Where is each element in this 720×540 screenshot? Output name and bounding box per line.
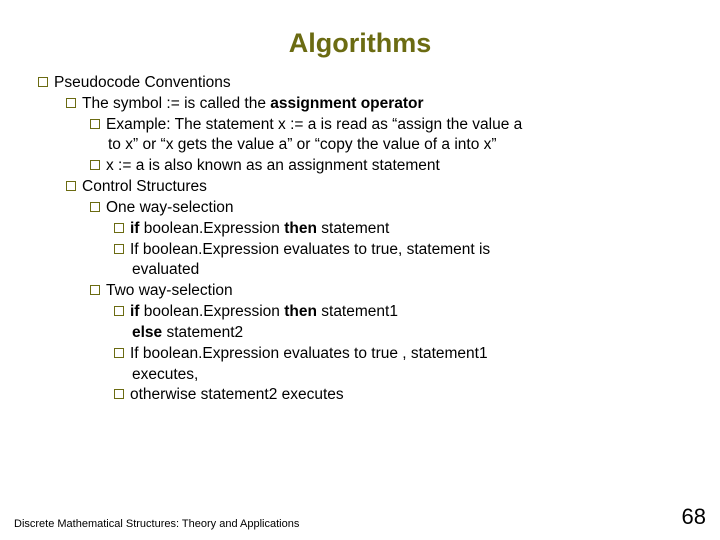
square-bullet-icon	[90, 160, 100, 170]
item-continuation: evaluated	[32, 260, 688, 280]
list-item: otherwise statement2 executes	[32, 385, 688, 405]
slide-title: Algorithms	[32, 28, 688, 59]
square-bullet-icon	[114, 389, 124, 399]
item-text: Control Structures	[82, 177, 688, 197]
item-text: The symbol := is called the assignment o…	[82, 94, 688, 114]
slide-body: Pseudocode Conventions The symbol := is …	[32, 73, 688, 405]
item-text: Pseudocode Conventions	[54, 73, 688, 93]
list-item: Two way-selection	[32, 281, 688, 301]
item-text: One way-selection	[106, 198, 688, 218]
item-continuation: to x” or “x gets the value a” or “copy t…	[32, 135, 688, 155]
list-item: The symbol := is called the assignment o…	[32, 94, 688, 114]
list-item: if boolean.Expression then statement1	[32, 302, 688, 322]
list-item: x := a is also known as an assignment st…	[32, 156, 688, 176]
square-bullet-icon	[114, 348, 124, 358]
item-text: If boolean.Expression evaluates to true,…	[130, 240, 688, 260]
list-item: One way-selection	[32, 198, 688, 218]
square-bullet-icon	[90, 119, 100, 129]
item-continuation: else statement2	[32, 323, 688, 343]
footer-source: Discrete Mathematical Structures: Theory…	[14, 518, 299, 530]
list-item: If boolean.Expression evaluates to true …	[32, 344, 688, 364]
list-item: Pseudocode Conventions	[32, 73, 688, 93]
square-bullet-icon	[114, 223, 124, 233]
item-text: if boolean.Expression then statement	[130, 219, 688, 239]
square-bullet-icon	[38, 77, 48, 87]
square-bullet-icon	[114, 306, 124, 316]
square-bullet-icon	[90, 285, 100, 295]
item-text: If boolean.Expression evaluates to true …	[130, 344, 688, 364]
list-item: if boolean.Expression then statement	[32, 219, 688, 239]
list-item: If boolean.Expression evaluates to true,…	[32, 240, 688, 260]
square-bullet-icon	[66, 181, 76, 191]
item-text: Example: The statement x := a is read as…	[106, 115, 688, 135]
square-bullet-icon	[66, 98, 76, 108]
item-text: Two way-selection	[106, 281, 688, 301]
page-number: 68	[682, 504, 706, 530]
item-text: otherwise statement2 executes	[130, 385, 688, 405]
slide-footer: Discrete Mathematical Structures: Theory…	[14, 504, 706, 530]
item-text: if boolean.Expression then statement1	[130, 302, 688, 322]
item-continuation: executes,	[32, 365, 688, 385]
list-item: Control Structures	[32, 177, 688, 197]
list-item: Example: The statement x := a is read as…	[32, 115, 688, 135]
square-bullet-icon	[90, 202, 100, 212]
square-bullet-icon	[114, 244, 124, 254]
item-text: x := a is also known as an assignment st…	[106, 156, 688, 176]
